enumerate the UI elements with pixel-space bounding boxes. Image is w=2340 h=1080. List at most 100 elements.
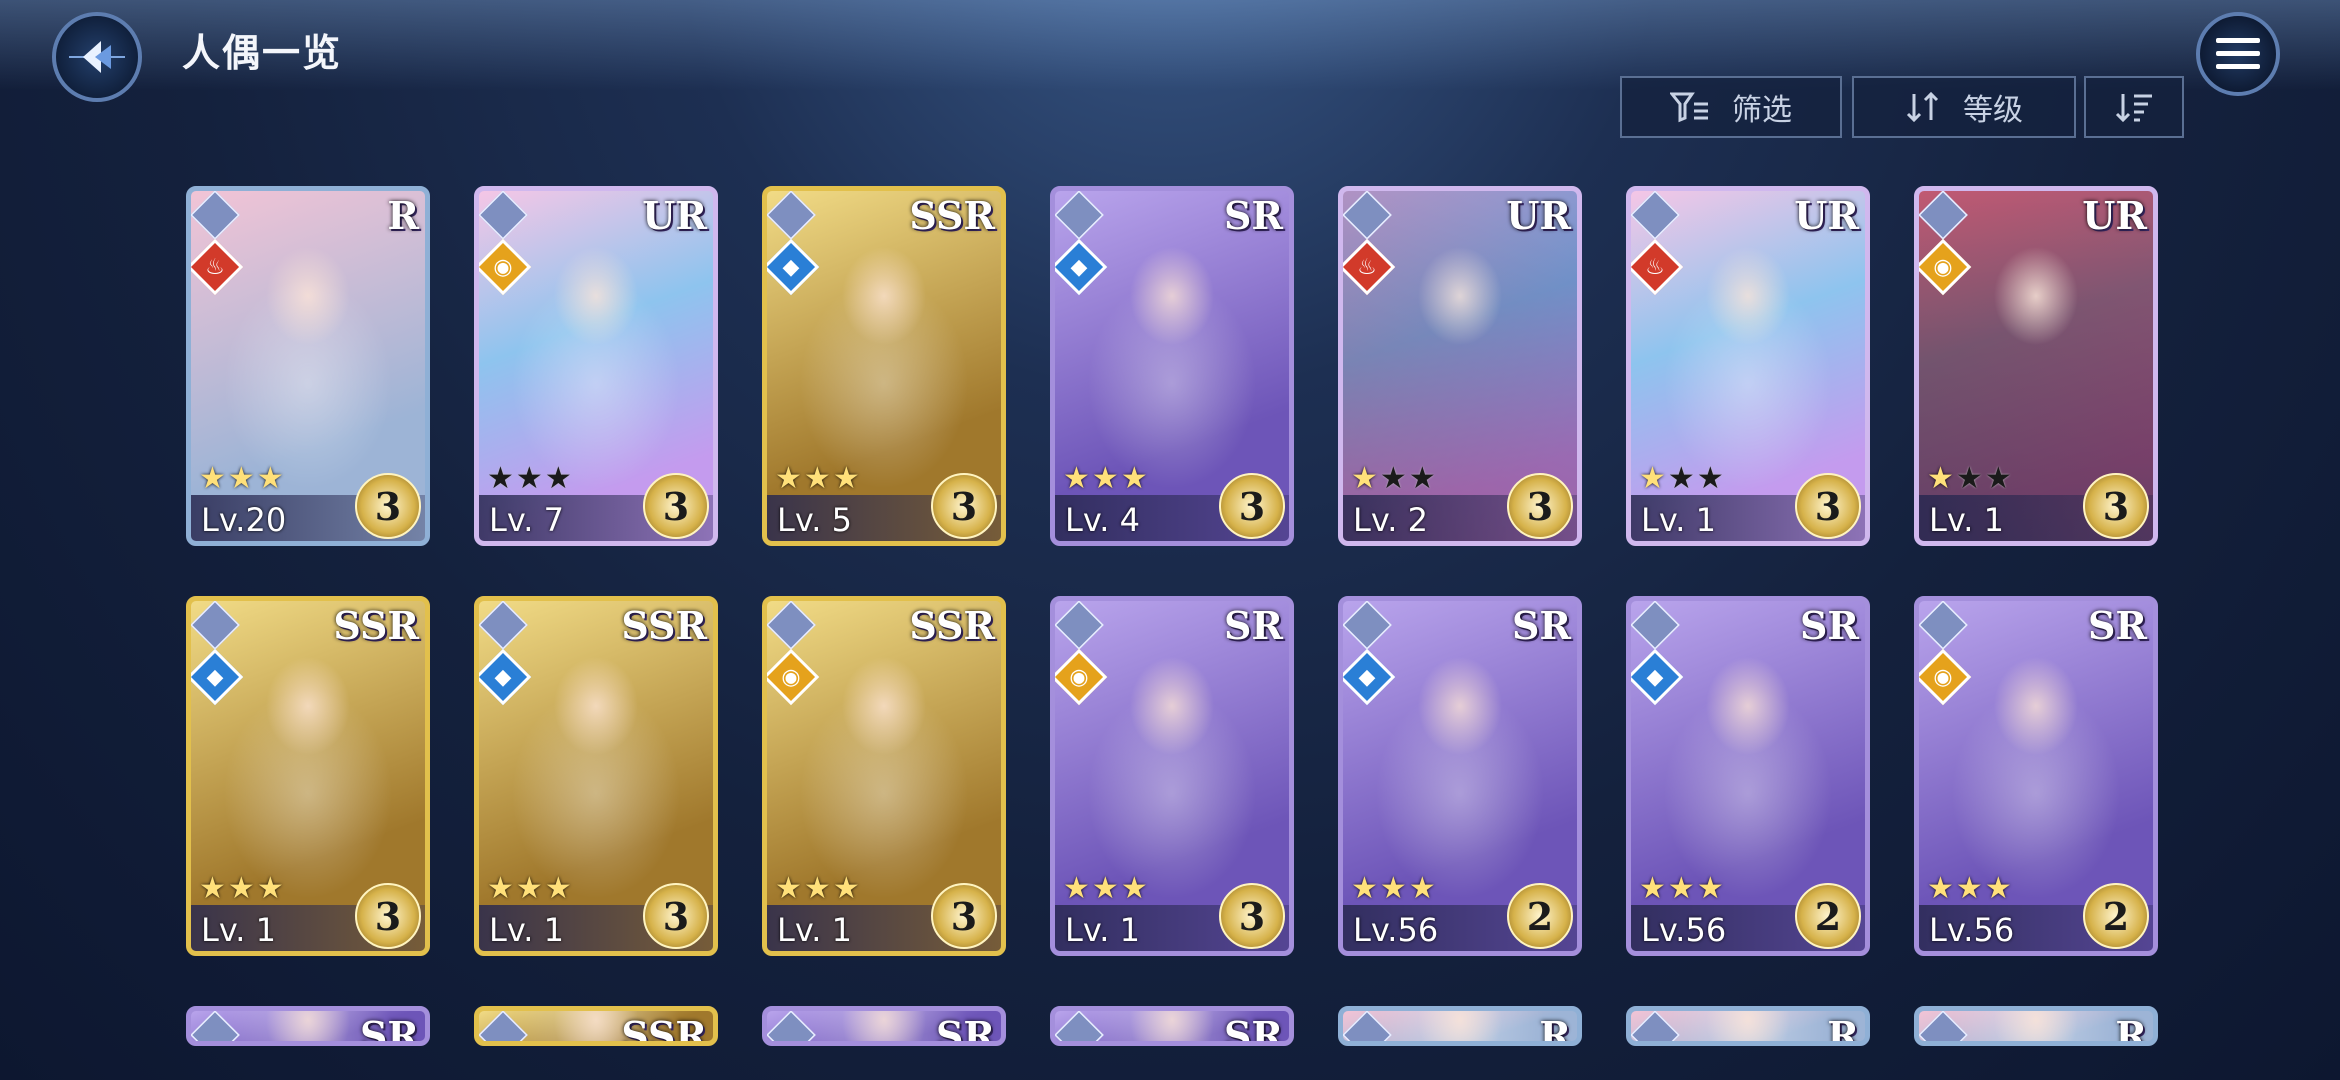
- level-label: Lv.56: [1353, 911, 1439, 949]
- level-label: Lv. 1: [777, 911, 852, 949]
- light-glyph-icon: ◉: [1933, 254, 1953, 280]
- star-icon: ★: [1063, 461, 1092, 496]
- rarity-label: SR: [1511, 603, 1571, 648]
- star-rating: ★★★: [1063, 871, 1150, 906]
- doll-card[interactable]: SR: [186, 1006, 430, 1046]
- star-icon: ★: [1120, 461, 1150, 496]
- count-badge: 3: [2083, 473, 2149, 539]
- water-glyph-icon: ◆: [1646, 664, 1664, 690]
- doll-card[interactable]: UR ♨ ★★★ Lv. 13: [1626, 186, 1870, 546]
- doll-card[interactable]: SSR: [474, 1006, 718, 1046]
- star-icon: ★: [1639, 461, 1668, 496]
- star-icon: ★: [515, 871, 545, 906]
- fire-glyph-icon: ♨: [1357, 254, 1377, 280]
- star-rating: ★★★: [775, 871, 862, 906]
- count-badge: 3: [355, 883, 421, 949]
- star-icon: ★: [803, 461, 833, 496]
- rarity-label: R: [1827, 1013, 1859, 1046]
- count-badge: 3: [643, 883, 709, 949]
- star-icon: ★: [1091, 871, 1121, 906]
- doll-card[interactable]: SSR ◉ ★★★ Lv. 1 3: [762, 596, 1006, 956]
- rarity-label: SR: [359, 1013, 419, 1046]
- star-icon: ★: [544, 871, 574, 906]
- rarity-label: R: [2115, 1013, 2147, 1046]
- count-badge: 3: [1219, 883, 1285, 949]
- star-icon: ★: [256, 461, 286, 496]
- star-icon: ★: [1063, 871, 1092, 906]
- star-icon: ★: [1408, 461, 1438, 496]
- doll-card[interactable]: SSR ◆ ★★★ Lv. 13: [186, 596, 430, 956]
- star-icon: ★: [487, 871, 516, 906]
- water-glyph-icon: ◆: [206, 664, 224, 690]
- doll-card[interactable]: SR ◆ ★★★ Lv.56 2: [1626, 596, 1870, 956]
- doll-card[interactable]: SR ◉ ★★★ Lv. 13: [1050, 596, 1294, 956]
- rarity-label: SSR: [909, 603, 995, 648]
- level-label: Lv.56: [1929, 911, 2015, 949]
- rarity-label: SSR: [333, 603, 419, 648]
- star-rating: ★★★: [775, 461, 862, 496]
- rarity-label: UR: [1506, 193, 1571, 238]
- star-icon: ★: [1351, 871, 1380, 906]
- light-glyph-icon: ◉: [781, 664, 801, 690]
- count-badge: 3: [355, 473, 421, 539]
- level-label: Lv. 1: [1641, 501, 1716, 539]
- rarity-label: R: [1539, 1013, 1571, 1046]
- doll-card[interactable]: SR: [1050, 1006, 1294, 1046]
- star-icon: ★: [1120, 871, 1150, 906]
- doll-card-grid: R ♨ ★★★ Lv.20 3 UR ◉ ★★★ Lv. 7 3 SSR ◆ ★★★ Lv. 5 3 SR ◆ ★…: [0, 0, 2340, 1080]
- doll-card[interactable]: UR ◉ ★★★ Lv. 73: [474, 186, 718, 546]
- rarity-label: UR: [1794, 193, 1859, 238]
- doll-card[interactable]: UR ◉ ★★★ Lv. 13: [1914, 186, 2158, 546]
- star-icon: ★: [1955, 461, 1985, 496]
- star-icon: ★: [1351, 461, 1380, 496]
- star-icon: ★: [775, 871, 804, 906]
- doll-card[interactable]: R: [1914, 1006, 2158, 1046]
- star-rating: ★★★: [1639, 461, 1726, 496]
- level-label: Lv. 7: [489, 501, 564, 539]
- rarity-label: UR: [2082, 193, 2147, 238]
- rarity-label: SR: [1223, 1013, 1283, 1046]
- rarity-label: SSR: [621, 603, 707, 648]
- count-badge: 3: [643, 473, 709, 539]
- rarity-label: SR: [1223, 603, 1283, 648]
- doll-card[interactable]: R: [1338, 1006, 1582, 1046]
- doll-card[interactable]: R ♨ ★★★ Lv.20 3: [186, 186, 430, 546]
- level-label: Lv. 2: [1353, 501, 1428, 539]
- level-label: Lv.20: [201, 501, 287, 539]
- rarity-label: SR: [1799, 603, 1859, 648]
- water-glyph-icon: ◆: [782, 254, 800, 280]
- star-icon: ★: [515, 461, 545, 496]
- doll-card[interactable]: SSR ◆ ★★★ Lv. 53: [762, 186, 1006, 546]
- doll-card[interactable]: SR ◆ ★★★ Lv.56 2: [1338, 596, 1582, 956]
- doll-card[interactable]: R: [1626, 1006, 1870, 1046]
- light-glyph-icon: ◉: [1933, 664, 1953, 690]
- star-rating: ★★★: [1927, 871, 2014, 906]
- star-icon: ★: [227, 461, 257, 496]
- doll-card[interactable]: SR: [762, 1006, 1006, 1046]
- star-icon: ★: [1927, 461, 1956, 496]
- star-icon: ★: [775, 461, 804, 496]
- star-icon: ★: [1091, 461, 1121, 496]
- star-icon: ★: [803, 871, 833, 906]
- star-icon: ★: [1984, 461, 2014, 496]
- count-badge: 3: [1507, 473, 1573, 539]
- doll-card[interactable]: UR ♨ ★★★ Lv. 23: [1338, 186, 1582, 546]
- count-badge: 3: [931, 883, 997, 949]
- count-badge: 3: [1795, 473, 1861, 539]
- level-label: Lv. 1: [1929, 501, 2004, 539]
- water-glyph-icon: ◆: [1070, 254, 1088, 280]
- star-icon: ★: [1667, 461, 1697, 496]
- star-icon: ★: [1667, 871, 1697, 906]
- star-rating: ★★★: [199, 461, 286, 496]
- doll-card[interactable]: SR ◉ ★★★ Lv.56 2: [1914, 596, 2158, 956]
- rarity-label: SR: [935, 1013, 995, 1046]
- doll-card[interactable]: SR ◆ ★★★ Lv. 43: [1050, 186, 1294, 546]
- star-icon: ★: [1379, 461, 1409, 496]
- fire-glyph-icon: ♨: [205, 254, 225, 280]
- rarity-label: SR: [2087, 603, 2147, 648]
- star-icon: ★: [1408, 871, 1438, 906]
- water-glyph-icon: ◆: [1358, 664, 1376, 690]
- star-icon: ★: [1955, 871, 1985, 906]
- count-badge: 2: [2083, 883, 2149, 949]
- doll-card[interactable]: SSR ◆ ★★★ Lv. 13: [474, 596, 718, 956]
